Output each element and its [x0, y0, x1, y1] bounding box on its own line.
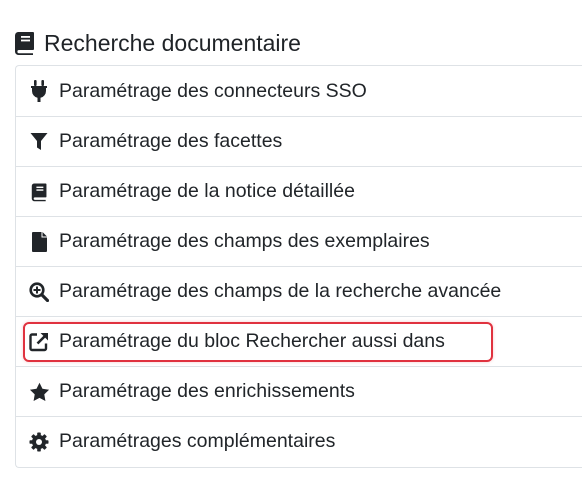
menu-item-advanced-search-fields[interactable]: Paramétrage des champs de la recherche a… — [16, 266, 582, 316]
section-header: Recherche documentaire — [14, 28, 301, 58]
menu-item-sso-connectors[interactable]: Paramétrage des connecteurs SSO — [16, 66, 582, 116]
settings-menu: Paramétrage des connecteurs SSO Paramétr… — [15, 65, 582, 468]
menu-item-label: Paramétrage des champs des exemplaires — [59, 230, 430, 252]
external-link-icon — [28, 331, 50, 353]
book-icon — [14, 31, 36, 55]
book-icon — [28, 181, 50, 203]
menu-item-additional-settings[interactable]: Paramétrages complémentaires — [16, 416, 582, 466]
star-icon — [28, 381, 50, 403]
menu-item-label: Paramétrage des enrichissements — [59, 380, 355, 402]
gear-icon — [28, 431, 50, 453]
menu-item-facets[interactable]: Paramétrage des facettes — [16, 116, 582, 166]
menu-item-label: Paramétrage des facettes — [59, 130, 283, 152]
menu-item-label: Paramétrage des connecteurs SSO — [59, 79, 367, 102]
section-title: Recherche documentaire — [44, 29, 301, 56]
menu-item-search-also-in-block[interactable]: Paramétrage du bloc Rechercher aussi dan… — [16, 316, 582, 366]
menu-item-copy-fields[interactable]: Paramétrage des champs des exemplaires — [16, 216, 582, 266]
menu-item-label: Paramétrage du bloc Rechercher aussi dan… — [59, 330, 445, 352]
menu-item-enrichments[interactable]: Paramétrage des enrichissements — [16, 366, 582, 416]
menu-item-label: Paramétrage des champs de la recherche a… — [59, 280, 502, 302]
filter-icon — [28, 131, 50, 153]
search-plus-icon — [28, 281, 50, 303]
plug-icon — [28, 80, 50, 102]
menu-item-label: Paramétrage de la notice détaillée — [59, 180, 355, 202]
file-icon — [28, 231, 50, 253]
menu-item-detailed-record[interactable]: Paramétrage de la notice détaillée — [16, 166, 582, 216]
menu-item-label: Paramétrages complémentaires — [59, 430, 336, 452]
